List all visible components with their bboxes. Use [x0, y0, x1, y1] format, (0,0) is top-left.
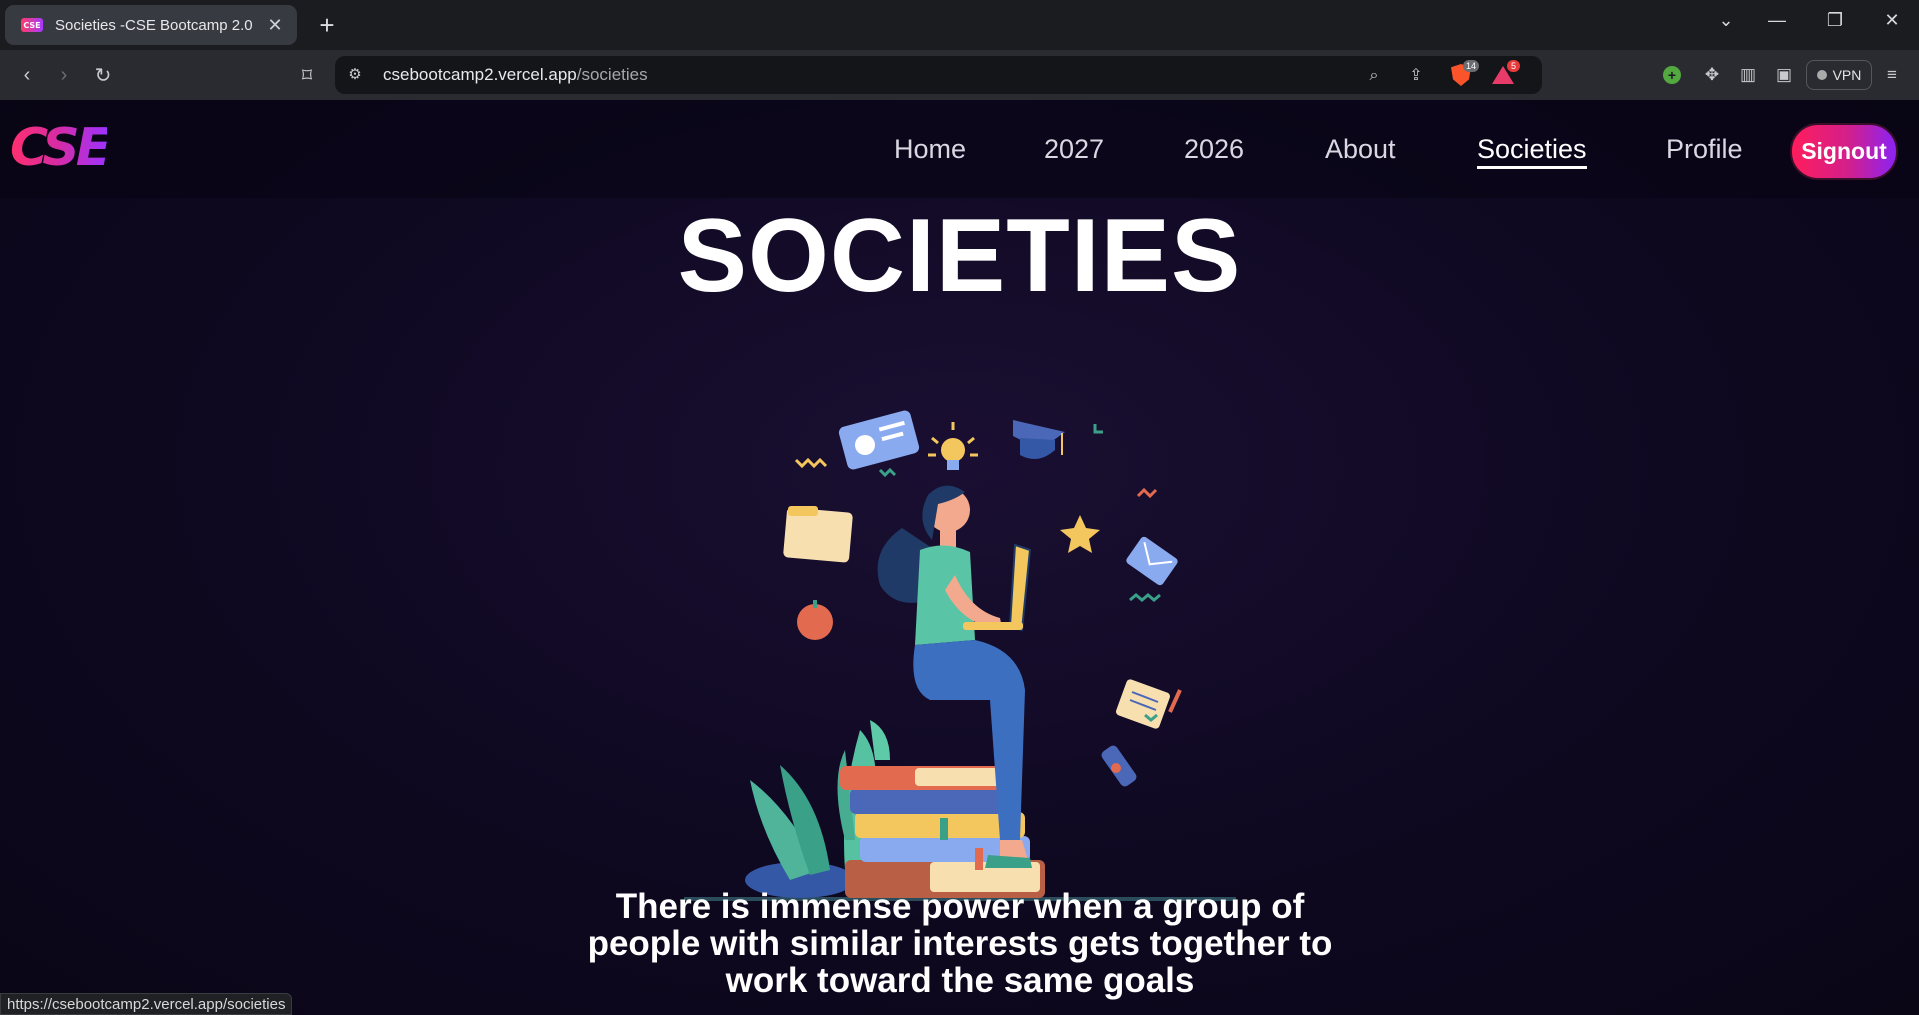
close-tab-icon[interactable]: ✕	[265, 15, 285, 36]
graduation-cap-icon	[1013, 420, 1065, 459]
site-logo[interactable]: CSE	[10, 122, 111, 174]
nav-home[interactable]: Home	[894, 132, 966, 166]
forward-icon[interactable]: ›	[49, 60, 79, 90]
wallet-icon[interactable]: ▣	[1773, 64, 1795, 86]
share-icon[interactable]: ⇪	[1405, 65, 1427, 87]
vpn-button[interactable]: VPN	[1806, 60, 1872, 90]
folder-icon	[783, 506, 853, 563]
status-bar-url: https://csebootcamp2.vercel.app/societie…	[0, 993, 293, 1015]
browser-toolbar: ‹ › ↻ ⌑ ⚙ csebootcamp2.vercel.app/societ…	[0, 50, 1919, 100]
rewards-count-badge: 5	[1507, 60, 1521, 72]
vpn-status-icon	[1816, 70, 1827, 80]
shield-count-badge: 14	[1463, 60, 1480, 72]
reload-icon[interactable]: ↻	[88, 60, 118, 90]
menu-icon[interactable]: ≡	[1881, 64, 1903, 86]
notebook-icon	[1116, 679, 1182, 729]
nav-2026[interactable]: 2026	[1184, 132, 1244, 166]
extension-add-icon[interactable]: +	[1663, 66, 1681, 84]
browser-tab-strip: CSE Societies -CSE Bootcamp 2.0 ✕ + ⌄ — …	[0, 0, 1919, 50]
vpn-label: VPN	[1832, 67, 1862, 83]
tab-search-icon[interactable]: ⌄	[1711, 10, 1741, 31]
browser-tab[interactable]: CSE Societies -CSE Bootcamp 2.0 ✕	[5, 5, 297, 45]
favicon-icon: CSE	[21, 18, 43, 32]
page-title: SOCIETIES	[677, 198, 1242, 314]
sidebar-icon[interactable]: ▥	[1737, 64, 1759, 86]
address-bar[interactable]: ⚙ csebootcamp2.vercel.app/societies ⌕ ⇪ …	[335, 56, 1542, 94]
restore-icon[interactable]: ❐	[1820, 10, 1850, 31]
back-icon[interactable]: ‹	[12, 60, 42, 90]
apple-icon	[797, 604, 833, 640]
site-info-icon[interactable]: ⚙	[345, 65, 365, 85]
nav-about[interactable]: About	[1325, 132, 1396, 166]
nav-profile[interactable]: Profile	[1666, 132, 1743, 166]
societies-tagline: There is immense power when a group of p…	[587, 887, 1333, 1000]
new-tab-button[interactable]: +	[312, 8, 342, 42]
tab-title: Societies -CSE Bootcamp 2.0	[55, 16, 253, 34]
envelope-icon	[1126, 536, 1178, 586]
site-header: CSE Home 2027 2026 About Societies Profi…	[0, 100, 1919, 198]
minimize-icon[interactable]: —	[1762, 10, 1792, 31]
lightbulb-icon	[928, 422, 978, 470]
signout-button[interactable]: Signout	[1790, 123, 1898, 180]
hero-illustration	[684, 410, 1236, 901]
nav-2027[interactable]: 2027	[1044, 132, 1104, 166]
id-card-icon	[838, 410, 920, 470]
diploma-icon	[1101, 745, 1137, 787]
url-text[interactable]: csebootcamp2.vercel.app/societies	[383, 56, 648, 94]
nav-societies[interactable]: Societies	[1477, 132, 1587, 169]
close-window-icon[interactable]: ✕	[1877, 10, 1907, 31]
extensions-icon[interactable]: ✥	[1701, 64, 1723, 86]
star-icon	[1060, 515, 1100, 553]
zoom-icon[interactable]: ⌕	[1363, 65, 1385, 87]
page-content: CSE Home 2027 2026 About Societies Profi…	[0, 100, 1919, 1015]
bookmark-icon[interactable]: ⌑	[292, 60, 322, 90]
